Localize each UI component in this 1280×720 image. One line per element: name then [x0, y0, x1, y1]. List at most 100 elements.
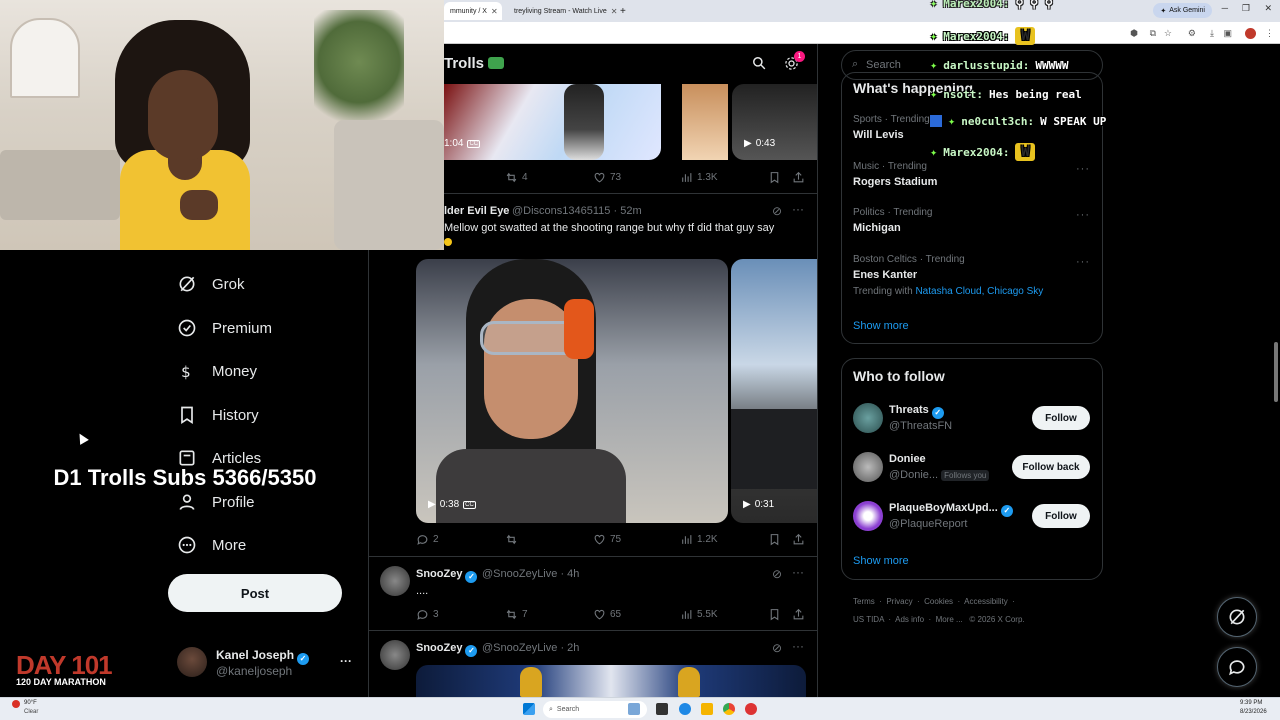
- restore-icon[interactable]: ❐: [1242, 3, 1250, 14]
- messages-fab-button[interactable]: [1217, 647, 1257, 687]
- windows-start-icon[interactable]: [523, 703, 535, 715]
- footer-link[interactable]: Cookies: [924, 597, 953, 606]
- share-button[interactable]: [792, 533, 805, 546]
- extension-icon[interactable]: ⬢: [1130, 28, 1138, 39]
- minimize-icon[interactable]: ─: [1222, 3, 1228, 13]
- account-avatar[interactable]: [177, 647, 207, 677]
- profile-avatar-icon[interactable]: [1245, 28, 1256, 39]
- bookmark-button[interactable]: [768, 171, 781, 184]
- follow-back-button[interactable]: Follow back: [1012, 455, 1090, 479]
- grok-tweet-icon[interactable]: ⊘: [772, 641, 782, 655]
- trend-more-icon[interactable]: ···: [1076, 256, 1090, 268]
- retweet-button[interactable]: 7: [505, 608, 528, 621]
- bookmark-star-icon[interactable]: ☆: [1164, 28, 1172, 39]
- sidepanel-icon[interactable]: ▣: [1223, 28, 1232, 39]
- menu-dots-icon[interactable]: ⋮: [1265, 28, 1274, 39]
- address-bar[interactable]: ⬢ ⧉ ☆ ⚙ ⤓ ▣ ⋮: [444, 22, 1280, 44]
- top-video-right[interactable]: ▶ 0:43: [732, 84, 817, 160]
- tweet-avatar[interactable]: [380, 566, 410, 596]
- views-button[interactable]: 1.2K: [680, 533, 718, 546]
- tweet-author-name[interactable]: lder Evil Eye: [444, 205, 509, 217]
- like-button[interactable]: 75: [593, 533, 621, 546]
- follow-avatar[interactable]: [853, 452, 883, 482]
- follow-name[interactable]: Threats ✓: [889, 404, 944, 419]
- grok-tweet-icon[interactable]: ⊘: [772, 567, 782, 581]
- follow-avatar[interactable]: [853, 501, 883, 531]
- close-tab-icon[interactable]: ✕: [491, 7, 498, 16]
- reply-button[interactable]: 2: [416, 533, 439, 546]
- clock-date[interactable]: 8/23/2026: [1240, 709, 1267, 715]
- retweet-button[interactable]: [505, 533, 518, 546]
- footer-link[interactable]: Privacy: [886, 597, 912, 606]
- nav-more[interactable]: More: [177, 530, 246, 560]
- tweet-handle[interactable]: @SnooZeyLive: [482, 642, 557, 654]
- weather-temp[interactable]: 90°F: [24, 700, 37, 706]
- chrome-icon[interactable]: [723, 703, 735, 715]
- follow-name[interactable]: Doniee: [889, 453, 926, 465]
- share-button[interactable]: [792, 608, 805, 621]
- tweet-author-name[interactable]: SnooZey ✓: [416, 642, 478, 657]
- footer-link[interactable]: More ...: [936, 615, 963, 624]
- tab-stream[interactable]: treyliving Stream - Watch Live ✕: [504, 2, 622, 20]
- views-button[interactable]: 1.3K: [680, 171, 718, 184]
- scrollbar-thumb[interactable]: [1274, 342, 1278, 402]
- task-view-icon[interactable]: [656, 703, 668, 715]
- grok-fab-button[interactable]: [1217, 597, 1257, 637]
- trending-with-links[interactable]: Natasha Cloud, Chicago Sky: [915, 286, 1043, 297]
- puzzle-icon[interactable]: ⚙: [1188, 28, 1196, 39]
- download-icon[interactable]: ⤓: [1210, 28, 1214, 39]
- edge-icon[interactable]: [679, 703, 691, 715]
- trend-title[interactable]: Enes Kanter: [853, 269, 917, 281]
- search-highlight-icon[interactable]: [628, 703, 640, 715]
- tweet-handle[interactable]: @Discons13465115: [512, 205, 610, 217]
- bookmark-button[interactable]: [768, 608, 781, 621]
- trend-title[interactable]: Michigan: [853, 222, 901, 234]
- account-menu-dots-icon[interactable]: ···: [340, 654, 352, 668]
- like-button[interactable]: 73: [593, 171, 621, 184]
- page-scrollbar[interactable]: [1272, 44, 1280, 697]
- ask-gemini-button[interactable]: ✦ Ask Gemini: [1153, 3, 1212, 18]
- share-button[interactable]: [792, 171, 805, 184]
- show-more-trends-link[interactable]: Show more: [853, 320, 909, 332]
- top-video-middle[interactable]: [682, 84, 728, 160]
- trend-more-icon[interactable]: ···: [1076, 163, 1090, 175]
- top-video-left[interactable]: 1:04 CC: [444, 84, 661, 160]
- tweet-more-icon[interactable]: ···: [792, 202, 804, 216]
- search-icon[interactable]: [752, 56, 766, 70]
- show-more-follow-link[interactable]: Show more: [853, 555, 909, 567]
- tweet3-image[interactable]: [416, 665, 806, 697]
- clock-time[interactable]: 9:39 PM: [1240, 700, 1262, 706]
- bookmark-button[interactable]: [768, 533, 781, 546]
- file-explorer-icon[interactable]: [701, 703, 713, 715]
- tweet-more-icon[interactable]: ···: [792, 639, 804, 653]
- nav-premium[interactable]: Premium: [177, 313, 272, 343]
- account-name[interactable]: Kanel Joseph ✓: [216, 648, 310, 665]
- nav-history[interactable]: History: [177, 400, 259, 430]
- tab-x-community[interactable]: mmunity / X ✕: [444, 2, 502, 20]
- app-icon[interactable]: [745, 703, 757, 715]
- views-button[interactable]: 5.5K: [680, 608, 718, 621]
- tweet-handle[interactable]: @SnooZeyLive: [482, 568, 557, 580]
- tweet1-video-second[interactable]: ▶ 0:31: [731, 259, 817, 523]
- tweet-avatar[interactable]: [380, 640, 410, 670]
- tweet-more-icon[interactable]: ···: [792, 565, 804, 579]
- new-tab-button[interactable]: +: [614, 2, 634, 20]
- post-button[interactable]: Post: [168, 574, 342, 612]
- nav-profile[interactable]: Profile: [177, 487, 255, 517]
- footer-link[interactable]: Terms: [853, 597, 875, 606]
- tweet-author-name[interactable]: SnooZey ✓: [416, 568, 478, 583]
- trend-title[interactable]: Rogers Stadium: [853, 176, 937, 188]
- follow-button[interactable]: Follow: [1032, 406, 1090, 430]
- close-window-icon[interactable]: ✕: [1264, 3, 1272, 14]
- footer-link[interactable]: Ads info: [895, 615, 924, 624]
- like-button[interactable]: 65: [593, 608, 621, 621]
- footer-link[interactable]: US TIDA: [853, 615, 884, 624]
- nav-grok[interactable]: Grok: [177, 269, 245, 299]
- follow-avatar[interactable]: [853, 403, 883, 433]
- tweet1-video-main[interactable]: ▶ 0:38 CC: [416, 259, 728, 523]
- follow-name[interactable]: PlaqueBoyMaxUpd... ✓: [889, 502, 1013, 517]
- retweet-button[interactable]: 4: [505, 171, 528, 184]
- trend-more-icon[interactable]: ···: [1076, 209, 1090, 221]
- reply-button[interactable]: 3: [416, 608, 439, 621]
- footer-link[interactable]: Accessibility: [964, 597, 1008, 606]
